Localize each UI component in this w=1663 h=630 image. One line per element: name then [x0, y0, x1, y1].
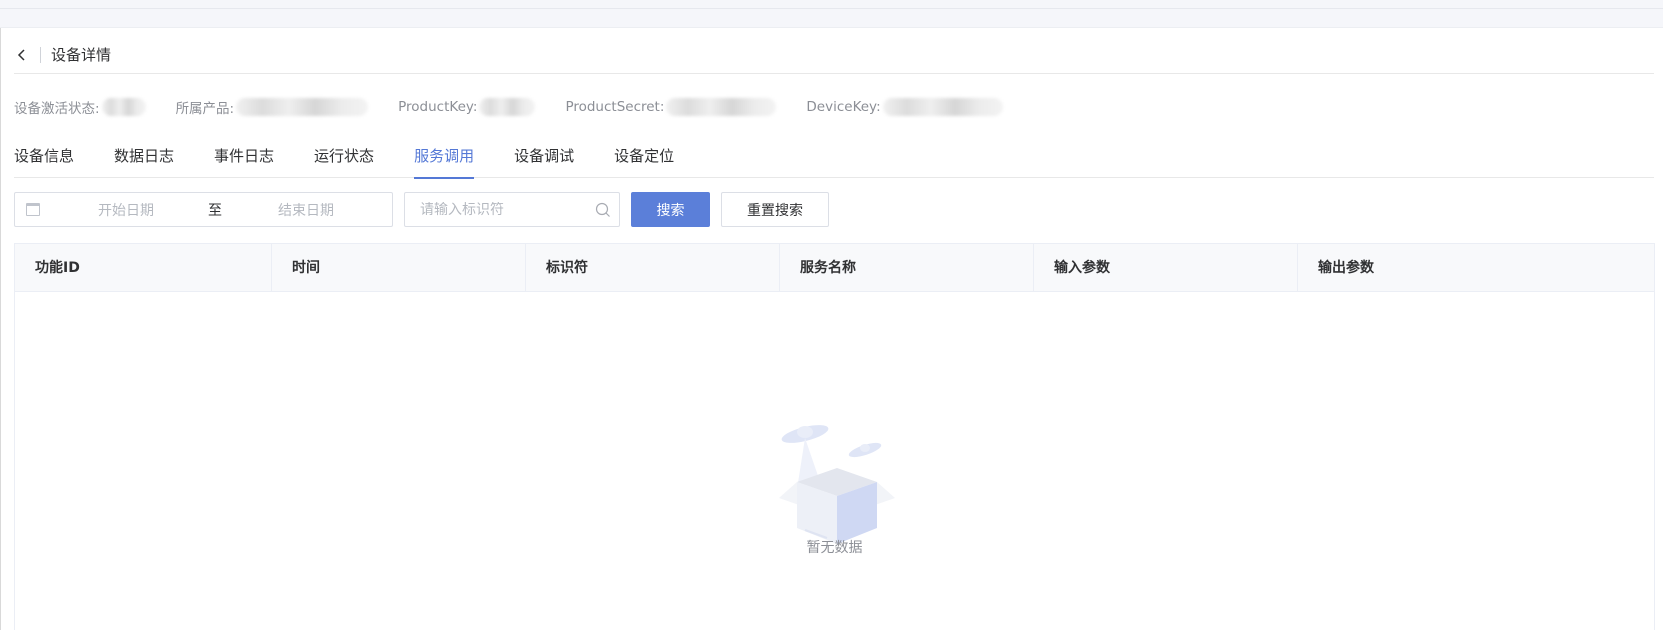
- empty-state-text: 暂无数据: [806, 540, 863, 556]
- start-date-input[interactable]: 开始日期: [98, 200, 208, 220]
- column-header-function-id: 功能ID: [15, 244, 272, 292]
- info-label: 所属产品:: [175, 101, 235, 117]
- tab-device-debug[interactable]: 设备调试: [514, 143, 574, 178]
- tab-data-log[interactable]: 数据日志: [114, 143, 174, 178]
- info-activation-status: 设备激活状态:: [14, 97, 146, 117]
- column-header-output-params: 输出参数: [1318, 260, 1374, 276]
- info-product-key: ProductKey:: [398, 98, 536, 116]
- tab-device-info[interactable]: 设备信息: [14, 143, 74, 178]
- tab-service-call[interactable]: 服务调用: [414, 143, 475, 179]
- service-call-table: 功能ID 时间 标识符 服务名称 输入参数 输出参数 暂无数据: [14, 243, 1655, 630]
- redacted-value: [882, 98, 1003, 116]
- tab-event-log[interactable]: 事件日志: [214, 143, 274, 178]
- column-header-time: 时间: [272, 244, 526, 292]
- info-label: DeviceKey:: [806, 99, 881, 115]
- column-header-service-name: 服务名称: [780, 244, 1034, 292]
- identifier-search-box: [404, 192, 620, 227]
- end-date-input[interactable]: 结束日期: [278, 200, 388, 220]
- back-button[interactable]: [14, 47, 30, 63]
- date-range-separator: 至: [208, 202, 222, 219]
- info-label: ProductKey:: [398, 99, 478, 115]
- empty-box-icon: [779, 425, 895, 544]
- date-range-picker[interactable]: 开始日期 至 结束日期: [14, 192, 393, 227]
- table-header: 功能ID 时间 标识符 服务名称 输入参数 输出参数: [15, 244, 1654, 292]
- redacted-value: [666, 98, 777, 116]
- redacted-value: [479, 98, 536, 116]
- detail-tabs: 设备信息 数据日志 事件日志 运行状态 服务调用 设备调试 设备定位: [14, 143, 1654, 179]
- reset-search-button[interactable]: 重置搜索: [721, 192, 829, 227]
- search-icon[interactable]: [595, 202, 611, 218]
- top-strip: [0, 0, 1663, 28]
- tab-runtime-status[interactable]: 运行状态: [314, 143, 374, 178]
- search-button[interactable]: 搜索: [631, 192, 710, 227]
- calendar-icon: [26, 203, 40, 216]
- chevron-left-icon: [17, 48, 25, 61]
- page-header: 设备详情: [14, 36, 1654, 74]
- filter-bar: 开始日期 至 结束日期 搜索 重置搜索: [14, 192, 829, 227]
- column-header-input-params: 输入参数: [1034, 244, 1298, 292]
- tab-device-location[interactable]: 设备定位: [614, 143, 674, 178]
- table-empty-state: 暂无数据: [15, 292, 1654, 630]
- redacted-value: [101, 98, 146, 116]
- header-separator: [40, 46, 41, 63]
- redacted-value: [236, 98, 369, 116]
- device-info-row: 设备激活状态: 所属产品: ProductKey: ProductSecret:…: [14, 95, 1033, 119]
- page-title: 设备详情: [51, 46, 112, 64]
- identifier-input[interactable]: [420, 201, 600, 218]
- info-device-key: DeviceKey:: [806, 98, 1003, 116]
- info-product-secret: ProductSecret:: [565, 98, 777, 116]
- info-product: 所属产品:: [176, 97, 369, 117]
- info-label: 设备激活状态:: [14, 101, 100, 117]
- column-header-identifier: 标识符: [526, 244, 780, 292]
- info-label: ProductSecret:: [565, 99, 665, 115]
- left-edge: [0, 28, 1, 630]
